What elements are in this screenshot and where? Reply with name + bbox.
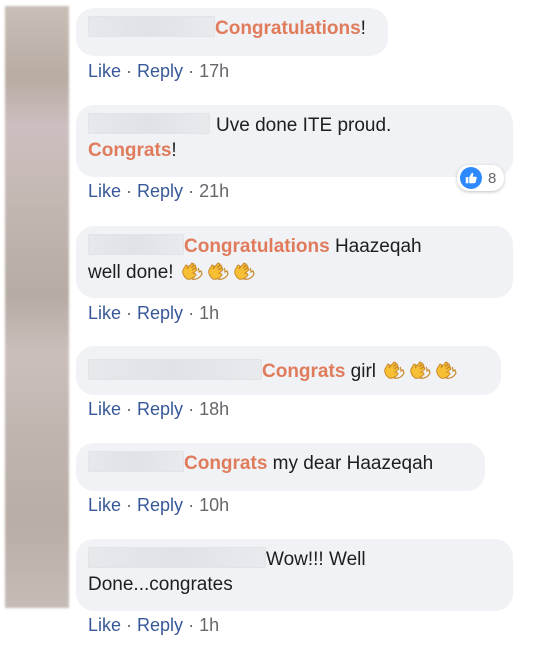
- comment-3: Congratulations Haazeqah well done!: [76, 226, 513, 298]
- like-button[interactable]: Like: [88, 399, 121, 419]
- thumbs-up-icon: [460, 167, 482, 189]
- clapping-hands-icon: [409, 358, 433, 387]
- mention-tag[interactable]: Congrats: [88, 140, 171, 161]
- separator: ·: [126, 61, 133, 81]
- comment-actions: Like · Reply · 18h: [88, 399, 229, 420]
- reply-button[interactable]: Reply: [137, 61, 183, 81]
- reply-button[interactable]: Reply: [137, 181, 183, 201]
- comment-actions: Like · Reply · 10h: [88, 495, 229, 516]
- comment-timestamp[interactable]: 1h: [199, 615, 219, 635]
- separator: ·: [188, 615, 195, 635]
- comment-timestamp[interactable]: 21h: [199, 181, 229, 201]
- separator: ·: [188, 303, 195, 323]
- comment-text: my dear Haazeqah: [267, 453, 434, 474]
- commenter-name[interactable]: [88, 234, 184, 255]
- comment-actions: Like · Reply · 17h: [88, 61, 229, 82]
- reaction-summary[interactable]: 8: [457, 165, 505, 191]
- comment-text: Uve done ITE proud.: [216, 115, 392, 136]
- comment-text: !: [360, 18, 366, 39]
- comment-actions: Like · Reply · 1h: [88, 615, 219, 636]
- separator: ·: [188, 181, 195, 201]
- comment-timestamp[interactable]: 18h: [199, 399, 229, 419]
- clapping-hands-icon: [383, 358, 407, 387]
- comment-5: Congrats my dear Haazeqah: [76, 443, 485, 491]
- comment-timestamp[interactable]: 1h: [199, 303, 219, 323]
- comment-text: Haazeqah: [329, 236, 422, 257]
- comment-bubble: Congrats girl: [76, 346, 501, 395]
- comment-text: well done!: [88, 262, 174, 283]
- like-button[interactable]: Like: [88, 61, 121, 81]
- like-button[interactable]: Like: [88, 615, 121, 635]
- comment-6: Wow!!! Well Done...congrates: [76, 539, 513, 611]
- separator: ·: [126, 399, 133, 419]
- clapping-hands-icon: [435, 358, 459, 387]
- comment-1: Congratulations!: [76, 8, 388, 56]
- comment-bubble: Uve done ITE proud. Congrats!: [76, 105, 513, 177]
- reply-button[interactable]: Reply: [137, 399, 183, 419]
- avatar-column: [5, 6, 69, 608]
- comment-text: Done...congrates: [88, 574, 233, 595]
- commenter-name[interactable]: [88, 451, 184, 472]
- like-button[interactable]: Like: [88, 181, 121, 201]
- separator: ·: [188, 61, 195, 81]
- clapping-hands-icon: [233, 259, 257, 288]
- reply-button[interactable]: Reply: [137, 615, 183, 635]
- like-button[interactable]: Like: [88, 495, 121, 515]
- separator: ·: [126, 615, 133, 635]
- reply-button[interactable]: Reply: [137, 303, 183, 323]
- comment-actions: Like · Reply · 1h: [88, 303, 219, 324]
- comment-actions: Like · Reply · 21h: [88, 181, 229, 202]
- comment-bubble: Congrats my dear Haazeqah: [76, 443, 485, 491]
- separator: ·: [126, 181, 133, 201]
- comment-text: girl: [345, 361, 377, 382]
- commenter-name[interactable]: [88, 16, 215, 37]
- separator: ·: [188, 399, 195, 419]
- mention-tag[interactable]: Congrats: [184, 453, 267, 474]
- clapping-hands-icon: [181, 259, 205, 288]
- mention-tag[interactable]: Congratulations: [215, 18, 361, 39]
- commenter-name[interactable]: [88, 359, 262, 380]
- clapping-hands-icon: [207, 259, 231, 288]
- comment-2: Uve done ITE proud. Congrats!: [76, 105, 513, 177]
- comment-bubble: Wow!!! Well Done...congrates: [76, 539, 513, 611]
- separator: ·: [126, 303, 133, 323]
- reply-button[interactable]: Reply: [137, 495, 183, 515]
- separator: ·: [126, 495, 133, 515]
- comment-text: Wow!!! Well: [266, 549, 366, 570]
- mention-tag[interactable]: Congratulations: [184, 236, 330, 257]
- separator: ·: [188, 495, 195, 515]
- comment-text: !: [171, 140, 177, 161]
- like-button[interactable]: Like: [88, 303, 121, 323]
- comment-timestamp[interactable]: 10h: [199, 495, 229, 515]
- mention-tag[interactable]: Congrats: [262, 361, 345, 382]
- comment-bubble: Congratulations Haazeqah well done!: [76, 226, 513, 298]
- commenter-name[interactable]: [88, 113, 210, 134]
- comment-timestamp[interactable]: 17h: [199, 61, 229, 81]
- commenter-name[interactable]: [88, 547, 266, 568]
- reaction-count: 8: [488, 169, 497, 187]
- comment-bubble: Congratulations!: [76, 8, 388, 56]
- comment-4: Congrats girl: [76, 346, 501, 395]
